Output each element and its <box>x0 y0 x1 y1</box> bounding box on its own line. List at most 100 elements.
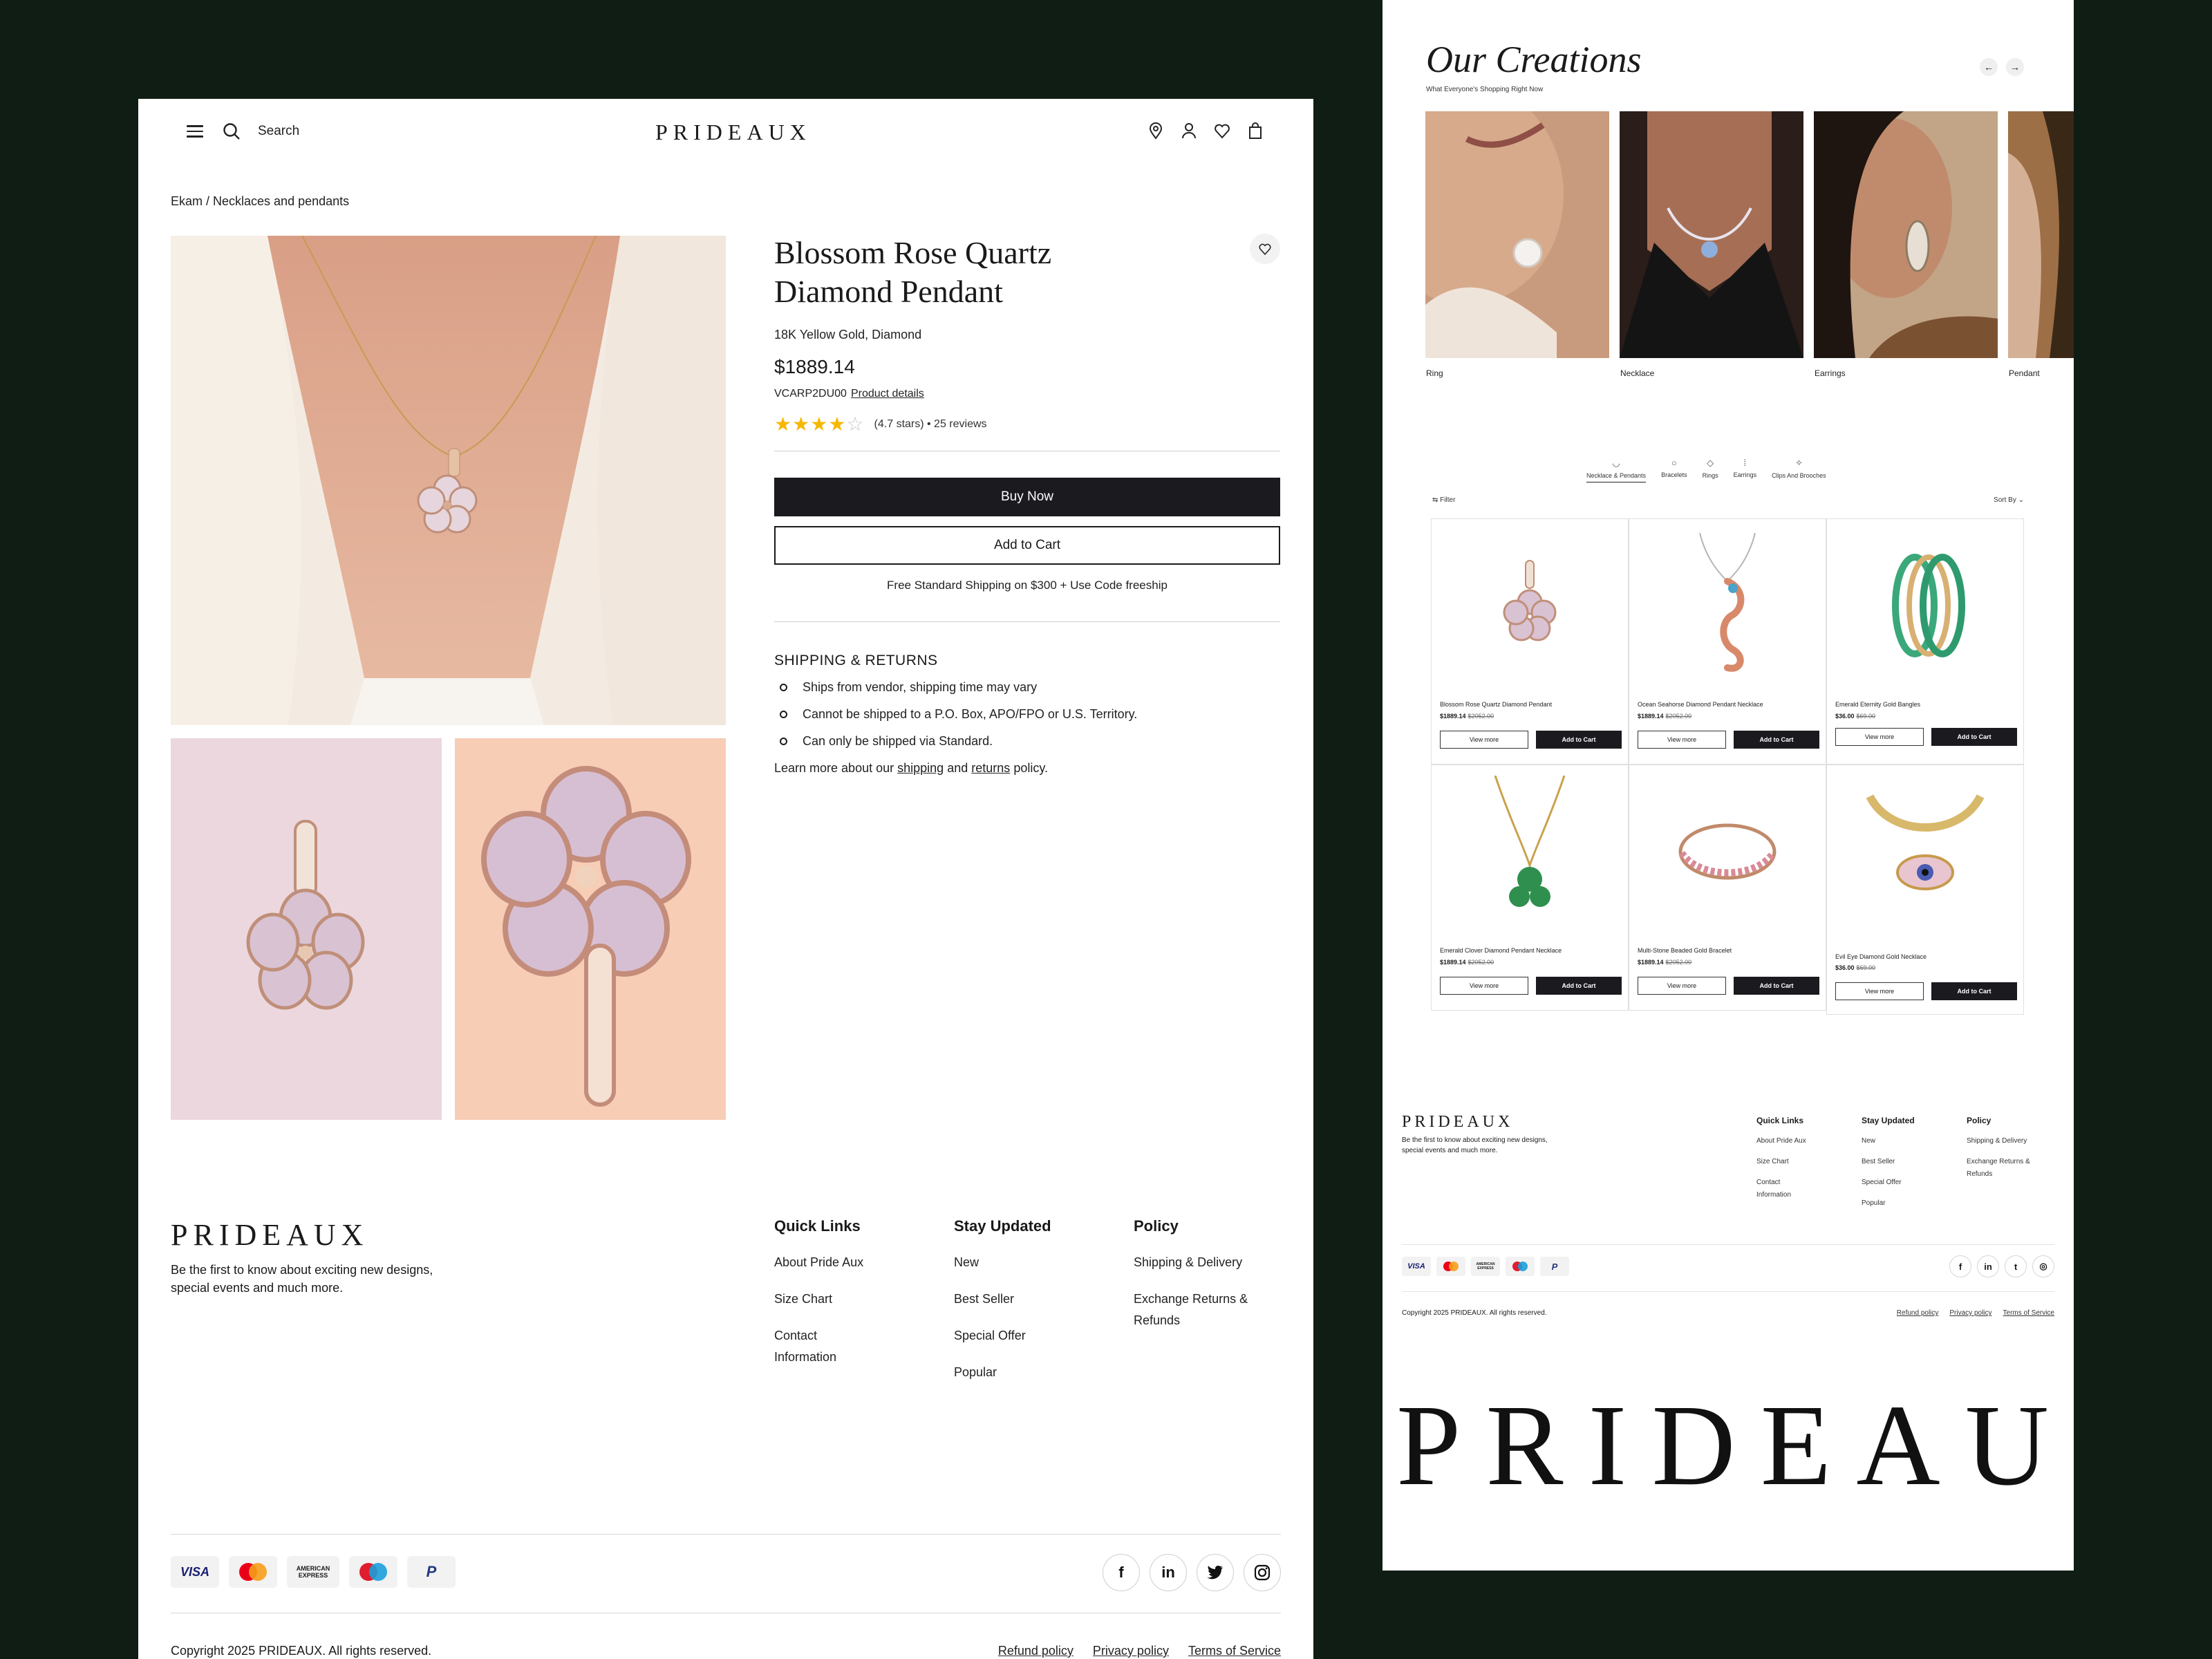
footer-link[interactable]: Contact Information <box>774 1325 850 1368</box>
returns-link[interactable]: returns <box>971 761 1010 775</box>
product-thumbnail-front[interactable] <box>171 738 442 1120</box>
product-card[interactable]: Emerald Eternity Gold Bangles $36.00 $69.… <box>1826 518 2024 765</box>
category-card-ring[interactable] <box>1425 111 1609 358</box>
instagram-icon[interactable]: ◎ <box>2032 1255 2054 1277</box>
product-image <box>1432 765 1628 938</box>
view-more-button[interactable]: View more <box>1638 977 1726 995</box>
refund-policy-link[interactable]: Refund policy <box>998 1644 1074 1658</box>
tab-necklace-pendants[interactable]: ◡ Necklace & Pendants <box>1586 458 1647 482</box>
twitter-icon[interactable]: t <box>2005 1255 2027 1277</box>
category-card-pendant[interactable] <box>2008 111 2074 358</box>
terms-of-service-link[interactable]: Terms of Service <box>1188 1644 1281 1658</box>
product-image <box>1629 765 1826 938</box>
footer-link[interactable]: Exchange Returns & Refunds <box>1134 1288 1258 1331</box>
product-name[interactable]: Emerald Clover Diamond Pendant Necklace <box>1440 947 1562 954</box>
footer-column-title: Policy <box>1967 1116 1991 1125</box>
arrow-left-icon[interactable]: ← <box>1980 58 1998 76</box>
search-label[interactable]: Search <box>258 124 299 139</box>
add-to-cart-button[interactable]: Add to Cart <box>774 526 1280 565</box>
product-name[interactable]: Multi-Stone Beaded Gold Bracelet <box>1638 947 1732 954</box>
footer-link[interactable]: Special Offer <box>954 1325 1134 1347</box>
arrow-right-icon[interactable]: → <box>2006 58 2024 76</box>
view-more-button[interactable]: View more <box>1835 728 1924 746</box>
product-name[interactable]: Blossom Rose Quartz Diamond Pendant <box>1440 701 1552 708</box>
heart-icon[interactable] <box>1212 121 1232 140</box>
location-icon[interactable] <box>1146 121 1165 140</box>
menu-icon[interactable] <box>187 125 203 138</box>
footer-link[interactable]: Popular <box>954 1362 1134 1383</box>
category-label-earrings[interactable]: Earrings <box>1815 368 1846 378</box>
add-to-cart-button[interactable]: Add to Cart <box>1734 977 1819 995</box>
view-more-button[interactable]: View more <box>1638 731 1726 749</box>
tab-clips-brooches[interactable]: ✧ Clips And Brooches <box>1772 458 1826 482</box>
product-name[interactable]: Emerald Eternity Gold Bangles <box>1835 701 1920 708</box>
category-card-earrings[interactable] <box>1814 111 1998 358</box>
visa-icon: VISA <box>1402 1257 1431 1276</box>
wishlist-button[interactable] <box>1250 234 1280 264</box>
product-card[interactable]: Blossom Rose Quartz Diamond Pendant $188… <box>1431 518 1629 765</box>
shipping-link[interactable]: shipping <box>897 761 944 775</box>
footer-link[interactable]: New <box>1862 1135 1967 1147</box>
product-image <box>1629 519 1826 692</box>
footer-link[interactable]: New <box>954 1252 1134 1273</box>
refund-policy-link[interactable]: Refund policy <box>1897 1309 1939 1317</box>
category-label-pendant[interactable]: Pendant <box>2009 368 2040 378</box>
view-more-button[interactable]: View more <box>1440 977 1528 995</box>
footer-link[interactable]: About Pride Aux <box>1756 1135 1862 1147</box>
category-label-ring[interactable]: Ring <box>1426 368 1443 378</box>
linkedin-icon[interactable]: in <box>1977 1255 1999 1277</box>
view-more-button[interactable]: View more <box>1440 731 1528 749</box>
user-icon[interactable] <box>1179 121 1199 140</box>
terms-of-service-link[interactable]: Terms of Service <box>2003 1309 2054 1317</box>
sort-dropdown[interactable]: Sort By ⌄ <box>1994 496 2024 504</box>
footer-link[interactable]: Contact Information <box>1756 1177 1798 1201</box>
footer-link[interactable]: Exchange Returns & Refunds <box>1967 1156 2036 1181</box>
category-card-necklace[interactable] <box>1620 111 1803 358</box>
add-to-cart-button[interactable]: Add to Cart <box>1931 728 2017 746</box>
product-card[interactable]: Multi-Stone Beaded Gold Bracelet $1889.1… <box>1629 765 1826 1011</box>
product-card[interactable]: Emerald Clover Diamond Pendant Necklace … <box>1431 765 1629 1011</box>
buy-now-button[interactable]: Buy Now <box>774 478 1280 516</box>
tab-bracelets[interactable]: ○ Bracelets <box>1661 458 1687 482</box>
product-thumbnail-closeup[interactable] <box>455 738 726 1120</box>
search-icon[interactable] <box>221 121 242 142</box>
footer-link[interactable]: Shipping & Delivery <box>1134 1252 1313 1273</box>
footer-link[interactable]: Shipping & Delivery <box>1967 1135 2072 1147</box>
twitter-icon[interactable] <box>1197 1554 1234 1591</box>
rating-row[interactable]: ★★★★☆ (4.7 stars) • 25 reviews <box>774 413 1280 435</box>
footer-link[interactable]: About Pride Aux <box>774 1252 954 1273</box>
product-card[interactable]: Ocean Seahorse Diamond Pendant Necklace … <box>1629 518 1826 765</box>
linkedin-icon[interactable]: in <box>1150 1554 1187 1591</box>
bracelet-icon: ○ <box>1671 458 1677 468</box>
facebook-icon[interactable]: f <box>1949 1255 1971 1277</box>
footer-link[interactable]: Best Seller <box>954 1288 1134 1310</box>
add-to-cart-button[interactable]: Add to Cart <box>1734 731 1819 749</box>
product-details-link[interactable]: Product details <box>851 388 924 400</box>
privacy-policy-link[interactable]: Privacy policy <box>1949 1309 1991 1317</box>
category-label-necklace[interactable]: Necklace <box>1620 368 1654 378</box>
footer-link[interactable]: Special Offer <box>1862 1177 1967 1189</box>
tab-earrings[interactable]: ⁞ Earrings <box>1734 458 1757 482</box>
footer-link[interactable]: Popular <box>1862 1197 1967 1210</box>
facebook-icon[interactable]: f <box>1103 1554 1140 1591</box>
product-name[interactable]: Ocean Seahorse Diamond Pendant Necklace <box>1638 701 1763 708</box>
filter-button[interactable]: ⇆ Filter <box>1432 496 1455 504</box>
view-more-button[interactable]: View more <box>1835 982 1924 1000</box>
instagram-icon[interactable] <box>1244 1554 1281 1591</box>
footer-link[interactable]: Size Chart <box>1756 1156 1862 1168</box>
footer-link[interactable]: Best Seller <box>1862 1156 1967 1168</box>
product-name[interactable]: Evil Eye Diamond Gold Necklace <box>1835 953 1927 960</box>
add-to-cart-button[interactable]: Add to Cart <box>1536 977 1622 995</box>
product-card[interactable]: Evil Eye Diamond Gold Necklace $36.00 $69… <box>1826 765 2024 1015</box>
tab-rings[interactable]: ◇ Rings <box>1703 458 1718 482</box>
add-to-cart-button[interactable]: Add to Cart <box>1931 982 2017 1000</box>
brand-logo[interactable]: PRIDEAUX <box>655 120 812 145</box>
privacy-policy-link[interactable]: Privacy policy <box>1093 1644 1169 1658</box>
product-main-image[interactable] <box>171 236 726 725</box>
product-price: $1889.14 $2052.00 <box>1638 713 1692 720</box>
add-to-cart-button[interactable]: Add to Cart <box>1536 731 1622 749</box>
footer-link[interactable]: Size Chart <box>774 1288 954 1310</box>
footer-column-policy: Policy Shipping & Delivery Exchange Retu… <box>1967 1116 2072 1218</box>
bag-icon[interactable] <box>1246 121 1265 140</box>
breadcrumb[interactable]: Ekam / Necklaces and pendants <box>171 194 349 209</box>
